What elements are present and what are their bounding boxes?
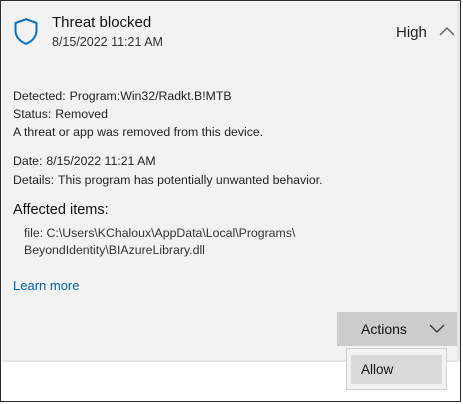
detected-row: Detected: Program:Win32/Radkt.B!MTB: [13, 87, 232, 105]
status-value: Removed: [55, 107, 108, 121]
details-row: Details: This program has potentially unw…: [13, 171, 323, 189]
file-path-line-2: BeyondIdentity\BIAzureLibrary.dll: [24, 243, 205, 257]
severity-label: High: [396, 24, 427, 41]
shield-icon: [14, 18, 38, 45]
date-row: Date: 8/15/2022 11:21 AM: [13, 152, 156, 170]
threat-timestamp: 8/15/2022 11:21 AM: [52, 35, 163, 49]
threat-title: Threat blocked: [52, 14, 152, 31]
actions-dropdown-menu: Allow: [346, 348, 447, 390]
chevron-down-icon: [429, 324, 445, 333]
detected-label: Detected:: [13, 89, 66, 103]
affected-items-heading: Affected items:: [13, 202, 109, 218]
threat-details-panel: Threat blocked 8/15/2022 11:21 AM High D…: [2, 2, 460, 362]
learn-more-link[interactable]: Learn more: [13, 278, 79, 293]
status-message: A threat or app was removed from this de…: [13, 125, 264, 139]
details-value: This program has potentially unwanted be…: [58, 173, 323, 187]
detected-value: Program:Win32/Radkt.B!MTB: [69, 89, 232, 103]
status-label: Status:: [13, 107, 52, 121]
threat-card-window: Threat blocked 8/15/2022 11:21 AM High D…: [0, 0, 461, 402]
date-value: 8/15/2022 11:21 AM: [46, 154, 156, 168]
collapse-chevron-up-icon[interactable]: [438, 24, 456, 38]
file-path-line-1: file: C:\Users\KChaloux\AppData\Local\Pr…: [24, 226, 296, 240]
actions-button[interactable]: Actions: [337, 312, 457, 346]
details-label: Details:: [13, 173, 55, 187]
menu-item-allow[interactable]: Allow: [351, 355, 442, 384]
status-row: Status: Removed: [13, 105, 108, 123]
date-label: Date:: [13, 154, 43, 168]
actions-label: Actions: [361, 321, 407, 337]
affected-file-path: file: C:\Users\KChaloux\AppData\Local\Pr…: [24, 225, 295, 259]
